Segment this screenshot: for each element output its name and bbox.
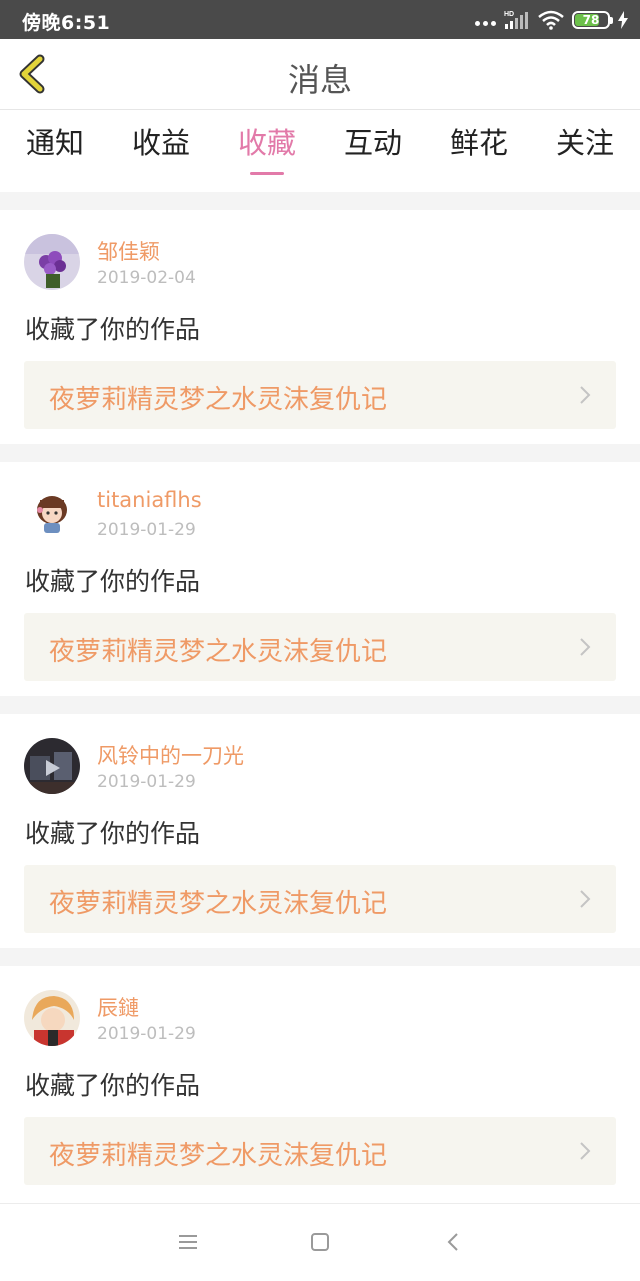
system-nav-bar: [0, 1203, 640, 1281]
tab-label: 关注: [555, 126, 614, 160]
tab-label: 鲜花: [449, 126, 508, 160]
tab-bar: 通知 收益 收藏 互动 鲜花 关注: [0, 110, 640, 192]
user-name[interactable]: 辰鏈: [97, 992, 139, 1022]
user-name[interactable]: 邹佳颖: [97, 236, 160, 266]
divider: [0, 444, 640, 462]
work-link[interactable]: 夜萝莉精灵梦之水灵沫复仇记: [24, 865, 616, 933]
message-text: 收藏了你的作品: [25, 567, 201, 596]
work-link[interactable]: 夜萝莉精灵梦之水灵沫复仇记: [24, 1117, 616, 1185]
message-list: 邹佳颖 2019-02-04 收藏了你的作品 夜萝莉精灵梦之水灵沫复仇记 tit…: [0, 192, 640, 1200]
tab-earnings[interactable]: 收益: [111, 120, 211, 162]
home-icon[interactable]: [308, 1230, 332, 1254]
active-tab-indicator: [250, 172, 284, 175]
wifi-icon: [538, 10, 564, 30]
message-date: 2019-01-29: [97, 1024, 196, 1044]
menu-icon[interactable]: [176, 1230, 200, 1254]
status-bar: 傍晚6:51 HD 78: [0, 0, 640, 39]
flower-avatar[interactable]: [24, 234, 80, 290]
message-date: 2019-01-29: [97, 520, 196, 540]
chevron-right-icon: [580, 386, 591, 404]
anime-boy-avatar[interactable]: [24, 990, 80, 1046]
divider: [0, 948, 640, 966]
work-title: 夜萝莉精灵梦之水灵沫复仇记: [49, 385, 388, 415]
dark-photo-avatar[interactable]: [24, 738, 80, 794]
user-name[interactable]: titaniaflhs: [97, 488, 202, 512]
divider: [0, 696, 640, 714]
work-title: 夜萝莉精灵梦之水灵沫复仇记: [49, 637, 388, 667]
chevron-right-icon: [580, 890, 591, 908]
user-name[interactable]: 风铃中的一刀光: [97, 740, 244, 770]
status-time: 傍晚6:51: [22, 12, 111, 34]
work-title: 夜萝莉精灵梦之水灵沫复仇记: [49, 1141, 388, 1171]
status-icons: HD 78: [475, 8, 628, 32]
back-icon[interactable]: [442, 1230, 466, 1254]
tab-label: 收藏: [237, 126, 296, 160]
page-title: 消息: [287, 61, 352, 99]
battery-icon: 78: [572, 11, 613, 29]
svg-text:HD: HD: [504, 11, 514, 18]
cartoon-girl-avatar[interactable]: [24, 486, 80, 542]
more-dots-icon: [475, 20, 496, 26]
charging-icon: [618, 11, 628, 29]
tab-label: 通知: [25, 126, 84, 160]
tab-notifications[interactable]: 通知: [5, 120, 105, 162]
work-link[interactable]: 夜萝莉精灵梦之水灵沫复仇记: [24, 361, 616, 429]
battery-level: 78: [582, 13, 600, 27]
message-date: 2019-02-04: [97, 268, 196, 288]
message-text: 收藏了你的作品: [25, 1071, 201, 1100]
tab-follows[interactable]: 关注: [535, 120, 635, 162]
divider: [0, 192, 640, 210]
message-text: 收藏了你的作品: [25, 819, 201, 848]
tab-label: 互动: [343, 126, 402, 160]
header: 消息: [0, 39, 640, 110]
message-text: 收藏了你的作品: [25, 315, 201, 344]
message-card: 邹佳颖 2019-02-04 收藏了你的作品 夜萝莉精灵梦之水灵沫复仇记: [0, 210, 640, 444]
chevron-right-icon: [580, 638, 591, 656]
work-title: 夜萝莉精灵梦之水灵沫复仇记: [49, 889, 388, 919]
message-card: 风铃中的一刀光 2019-01-29 收藏了你的作品 夜萝莉精灵梦之水灵沫复仇记: [0, 714, 640, 948]
chevron-right-icon: [580, 1142, 591, 1160]
signal-icon: HD: [504, 11, 528, 29]
message-date: 2019-01-29: [97, 772, 196, 792]
work-link[interactable]: 夜萝莉精灵梦之水灵沫复仇记: [24, 613, 616, 681]
message-card: 辰鏈 2019-01-29 收藏了你的作品 夜萝莉精灵梦之水灵沫复仇记: [0, 966, 640, 1200]
message-card: titaniaflhs 2019-01-29 收藏了你的作品 夜萝莉精灵梦之水灵…: [0, 462, 640, 696]
tab-interactions[interactable]: 互动: [323, 120, 423, 162]
tab-label: 收益: [131, 126, 190, 160]
tab-favorites[interactable]: 收藏: [217, 120, 317, 175]
tab-flowers[interactable]: 鲜花: [429, 120, 529, 162]
